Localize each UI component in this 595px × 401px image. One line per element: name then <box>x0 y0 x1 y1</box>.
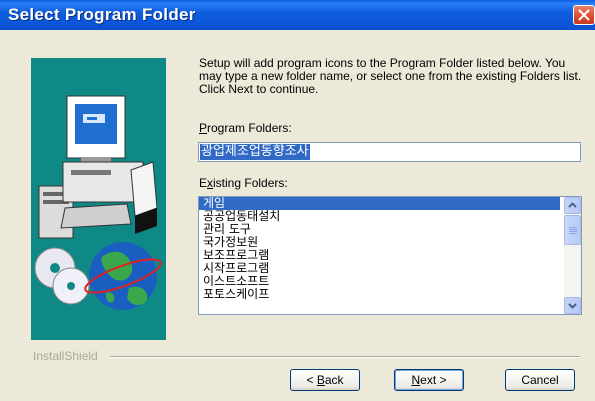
back-button[interactable]: < Back <box>290 369 360 391</box>
chevron-up-icon <box>568 202 577 208</box>
scroll-thumb[interactable] <box>564 215 581 245</box>
existing-folders-label: Existing Folders: <box>199 176 288 190</box>
list-scrollbar[interactable] <box>564 197 581 314</box>
dialog-title: Select Program Folder <box>8 5 196 24</box>
title-bar[interactable]: Select Program Folder <box>0 0 595 30</box>
close-icon <box>578 9 590 21</box>
cd-icon <box>34 247 90 305</box>
existing-folders-list[interactable]: 게임 공공업동태설치 관리 도구 국가정보원 보조프로그램 시작프로그램 이스트… <box>198 196 582 315</box>
globe-icon <box>84 242 162 310</box>
chevron-down-icon <box>568 303 577 309</box>
program-folder-value: 광업제조업동향조사 <box>200 144 310 160</box>
close-button[interactable] <box>573 5 595 25</box>
folder-item[interactable]: 공공업동태설치 <box>199 210 560 223</box>
computer-icon <box>38 95 158 239</box>
setup-illustration <box>31 58 166 340</box>
scroll-up-button[interactable] <box>564 197 581 214</box>
program-folders-label: Program Folders: <box>199 121 292 135</box>
folder-item[interactable]: 포토스케이프 <box>199 288 560 301</box>
next-button[interactable]: Next > <box>394 369 464 391</box>
program-folder-input[interactable]: 광업제조업동향조사 <box>198 142 581 162</box>
scroll-down-button[interactable] <box>564 297 581 314</box>
instructions-text: Setup will add program icons to the Prog… <box>199 56 582 96</box>
divider <box>110 356 580 358</box>
installshield-label: InstallShield <box>33 349 102 363</box>
setup-dialog: Select Program Folder Setup will add pro… <box>0 0 595 401</box>
cancel-button[interactable]: Cancel <box>505 369 575 391</box>
